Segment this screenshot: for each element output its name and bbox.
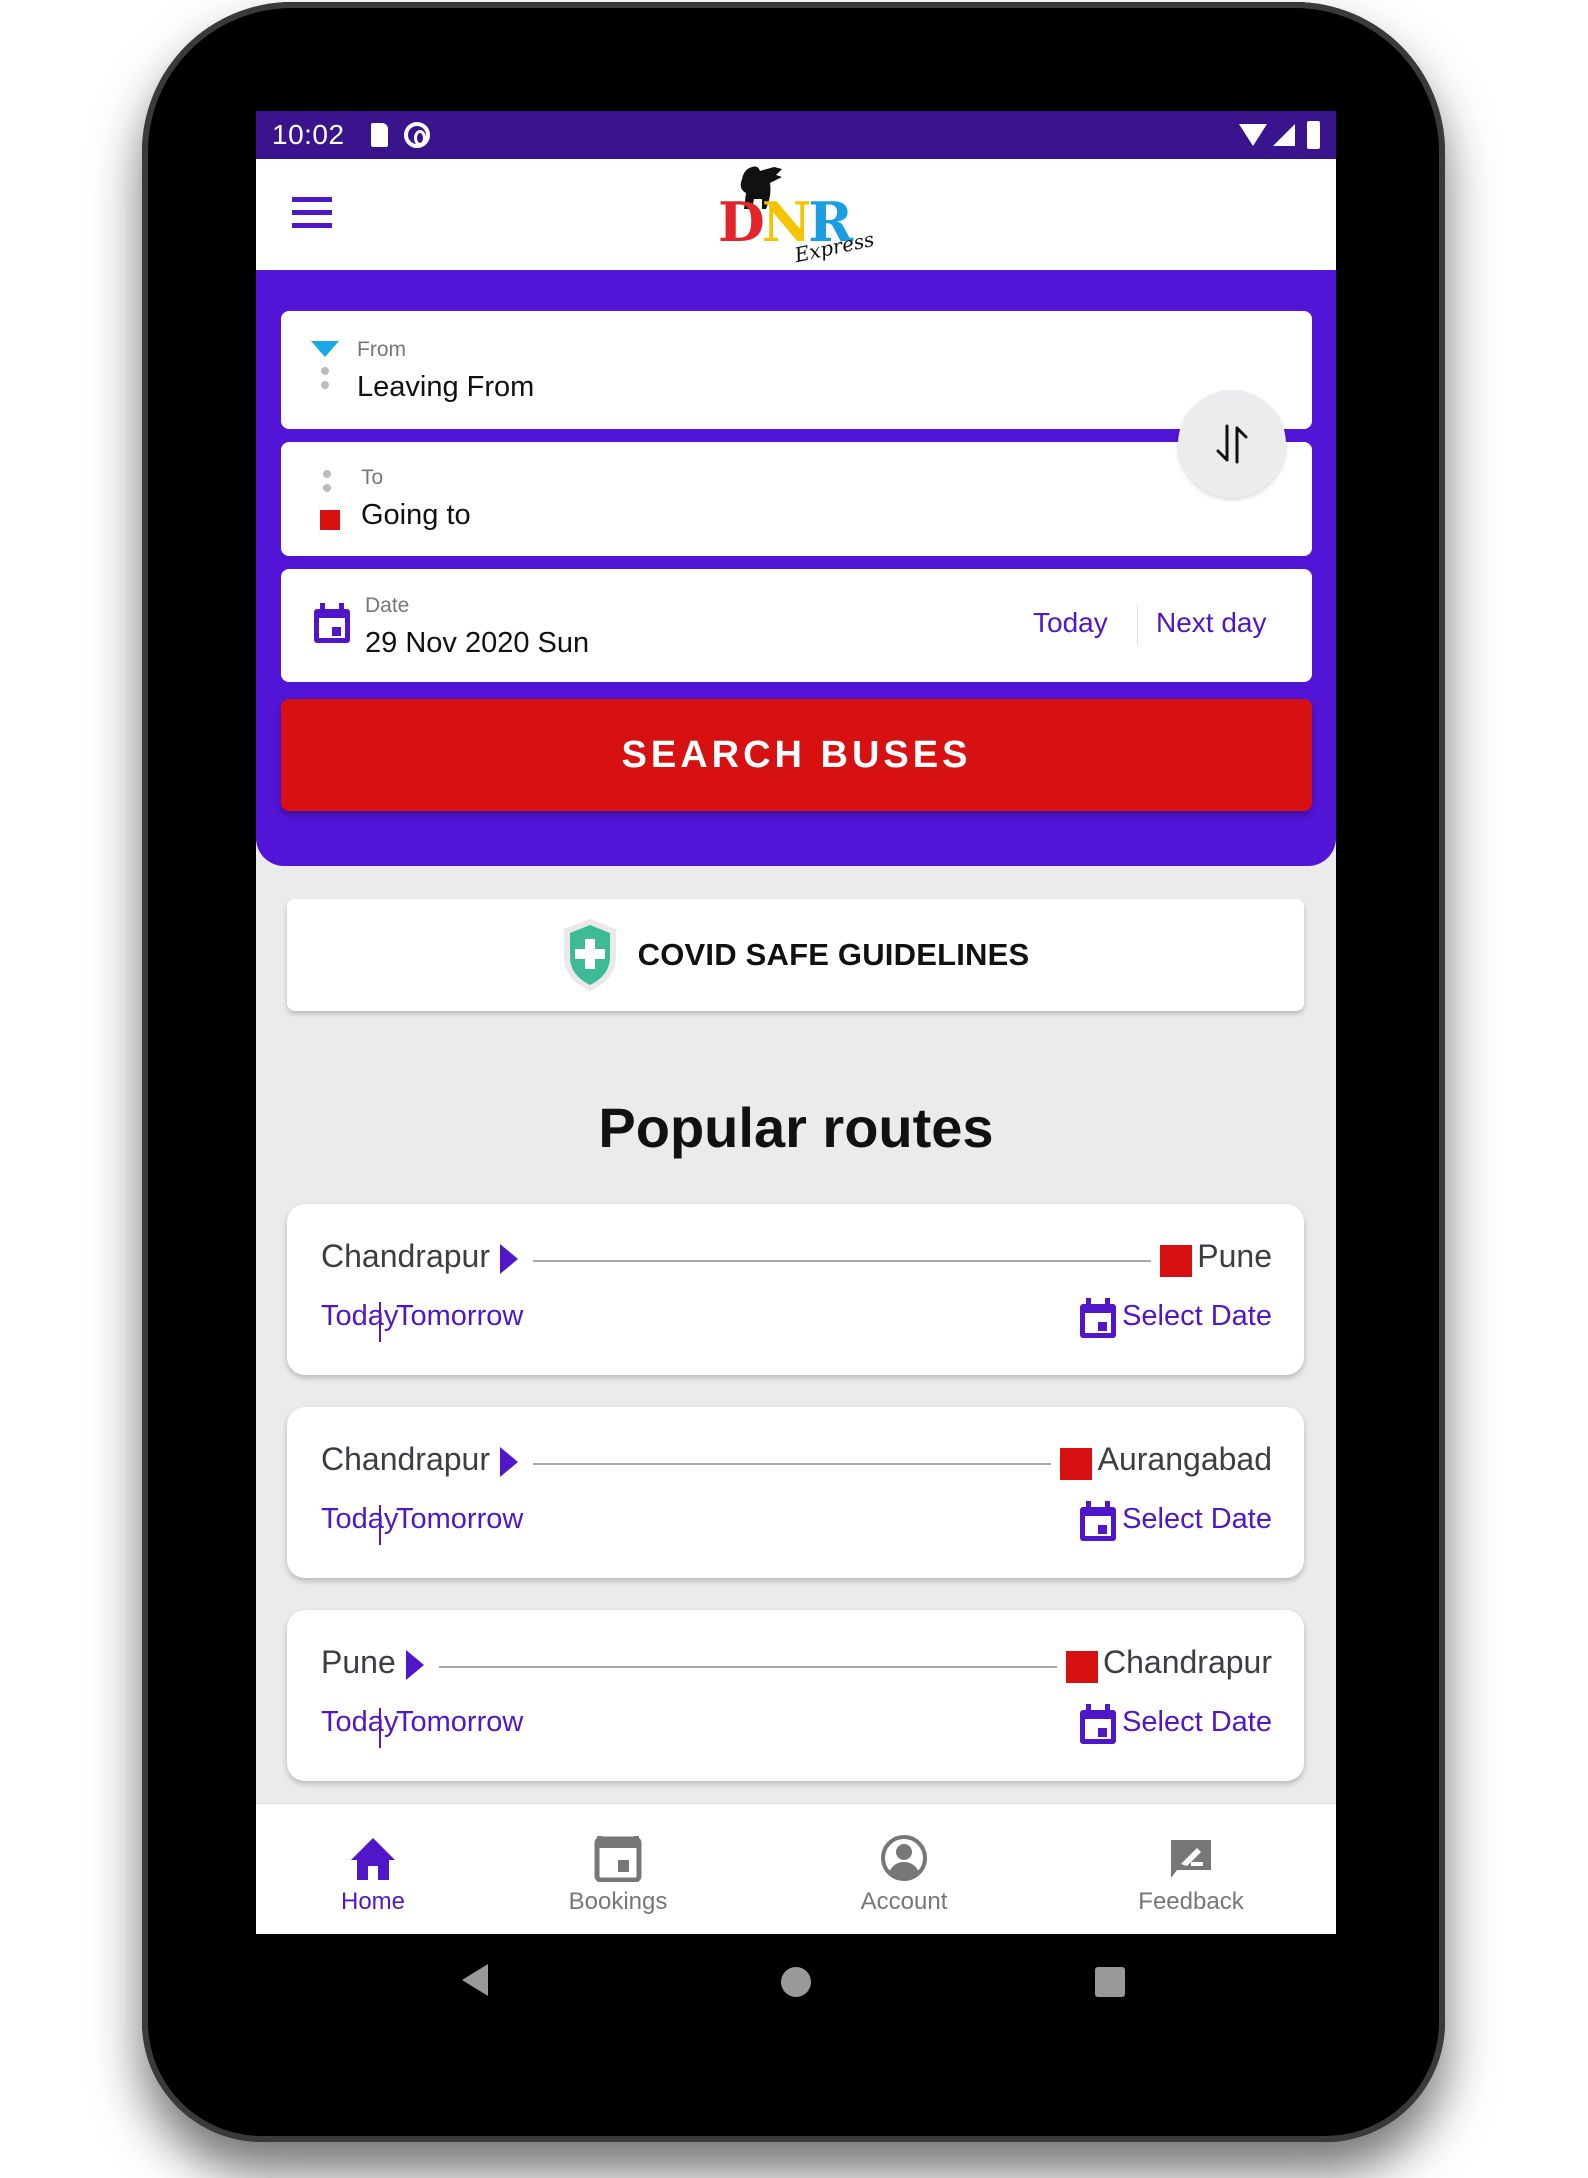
date-value[interactable]: 29 Nov 2020 Sun bbox=[365, 627, 589, 660]
date-label: Date bbox=[365, 594, 410, 617]
route-arrow-icon bbox=[406, 1650, 424, 1680]
nav-bookings-label: Bookings bbox=[568, 1888, 668, 1915]
hamburger-menu-icon[interactable] bbox=[292, 197, 332, 229]
system-recents-button[interactable] bbox=[1095, 1967, 1125, 1997]
route-line bbox=[533, 1463, 1051, 1465]
destination-marker-icon bbox=[1066, 1651, 1098, 1683]
route-tomorrow-link[interactable]: Tomorrow bbox=[396, 1300, 523, 1333]
route-card[interactable]: Chandrapur Pune Today Tomorrow Select Da… bbox=[287, 1204, 1304, 1375]
system-back-button[interactable] bbox=[462, 1964, 488, 1996]
feedback-icon bbox=[1171, 1840, 1211, 1878]
route-origin: Pune bbox=[321, 1644, 396, 1680]
system-home-button[interactable] bbox=[781, 1967, 811, 1997]
app-bar: DNR Express bbox=[256, 159, 1336, 270]
popular-routes-title: Popular routes bbox=[598, 1096, 994, 1159]
date-next-day-button[interactable]: Next day bbox=[1156, 607, 1267, 639]
to-field[interactable]: To Going to bbox=[281, 442, 1312, 556]
calendar-icon bbox=[314, 603, 350, 643]
search-panel: From Leaving From To Going to Date 29 No… bbox=[256, 270, 1336, 866]
app-screen: 10:02 DNR Express From Leaving From To G… bbox=[256, 111, 1336, 1934]
route-arrow-icon bbox=[500, 1447, 518, 1477]
link-divider bbox=[379, 1302, 381, 1342]
swap-locations-button[interactable] bbox=[1178, 390, 1286, 498]
status-bar: 10:02 bbox=[256, 111, 1336, 159]
route-today-link[interactable]: Today bbox=[321, 1706, 398, 1739]
battery-icon bbox=[1307, 121, 1320, 149]
account-circle-icon bbox=[881, 1835, 927, 1881]
route-select-date-link[interactable]: Select Date bbox=[1122, 1706, 1272, 1739]
route-line bbox=[533, 1260, 1151, 1262]
link-divider bbox=[379, 1505, 381, 1545]
data-saver-icon bbox=[403, 122, 430, 148]
shield-plus-icon bbox=[563, 919, 616, 991]
destination-marker-icon bbox=[320, 510, 340, 530]
from-field[interactable]: From Leaving From bbox=[281, 311, 1312, 429]
route-origin: Chandrapur bbox=[321, 1238, 490, 1274]
home-icon bbox=[351, 1838, 395, 1880]
from-input[interactable]: Leaving From bbox=[357, 371, 534, 404]
route-origin: Chandrapur bbox=[321, 1441, 490, 1477]
cell-signal-icon bbox=[1273, 124, 1295, 146]
route-dots-icon bbox=[323, 470, 331, 498]
to-label: To bbox=[361, 466, 384, 489]
status-time: 10:02 bbox=[272, 119, 345, 150]
bottom-navigation: Home Bookings Account Feedback bbox=[256, 1803, 1336, 1934]
date-today-button[interactable]: Today bbox=[1033, 607, 1108, 639]
sd-card-icon bbox=[370, 123, 388, 147]
swap-vertical-icon bbox=[1216, 424, 1248, 464]
from-label: From bbox=[357, 338, 406, 361]
date-divider bbox=[1137, 605, 1138, 645]
route-destination: Pune bbox=[1197, 1238, 1272, 1274]
destination-marker-icon bbox=[1160, 1245, 1192, 1277]
calendar-icon bbox=[1080, 1704, 1116, 1744]
covid-guidelines-card[interactable]: COVID SAFE GUIDELINES bbox=[287, 899, 1304, 1011]
calendar-icon bbox=[1080, 1298, 1116, 1338]
destination-marker-icon bbox=[1060, 1448, 1092, 1480]
nav-home[interactable]: Home bbox=[273, 1804, 473, 1934]
route-card[interactable]: Pune Chandrapur Today Tomorrow Select Da… bbox=[287, 1610, 1304, 1781]
route-arrow-icon bbox=[500, 1244, 518, 1274]
route-tomorrow-link[interactable]: Tomorrow bbox=[396, 1706, 523, 1739]
origin-marker-icon bbox=[311, 341, 339, 357]
nav-account-label: Account bbox=[860, 1888, 948, 1915]
nav-feedback-label: Feedback bbox=[1138, 1888, 1244, 1915]
dnr-express-logo: DNR Express bbox=[718, 165, 878, 267]
link-divider bbox=[379, 1708, 381, 1748]
to-input[interactable]: Going to bbox=[361, 499, 471, 532]
covid-guidelines-label: COVID SAFE GUIDELINES bbox=[637, 937, 1030, 972]
date-field[interactable]: Date 29 Nov 2020 Sun Today Next day bbox=[281, 569, 1312, 682]
nav-feedback[interactable]: Feedback bbox=[1091, 1804, 1291, 1934]
route-dots-icon bbox=[321, 367, 329, 395]
calendar-icon bbox=[594, 1836, 642, 1882]
route-select-date-link[interactable]: Select Date bbox=[1122, 1300, 1272, 1333]
route-destination: Chandrapur bbox=[1103, 1644, 1272, 1680]
search-buses-button[interactable]: SEARCH BUSES bbox=[281, 699, 1312, 811]
route-today-link[interactable]: Today bbox=[321, 1503, 398, 1536]
wifi-icon bbox=[1239, 124, 1267, 146]
route-today-link[interactable]: Today bbox=[321, 1300, 398, 1333]
nav-account[interactable]: Account bbox=[804, 1804, 1004, 1934]
route-tomorrow-link[interactable]: Tomorrow bbox=[396, 1503, 523, 1536]
route-destination: Aurangabad bbox=[1097, 1441, 1272, 1477]
nav-home-label: Home bbox=[340, 1888, 406, 1915]
nav-bookings[interactable]: Bookings bbox=[518, 1804, 718, 1934]
route-card[interactable]: Chandrapur Aurangabad Today Tomorrow Sel… bbox=[287, 1407, 1304, 1578]
route-select-date-link[interactable]: Select Date bbox=[1122, 1503, 1272, 1536]
calendar-icon bbox=[1080, 1501, 1116, 1541]
route-line bbox=[439, 1666, 1057, 1668]
